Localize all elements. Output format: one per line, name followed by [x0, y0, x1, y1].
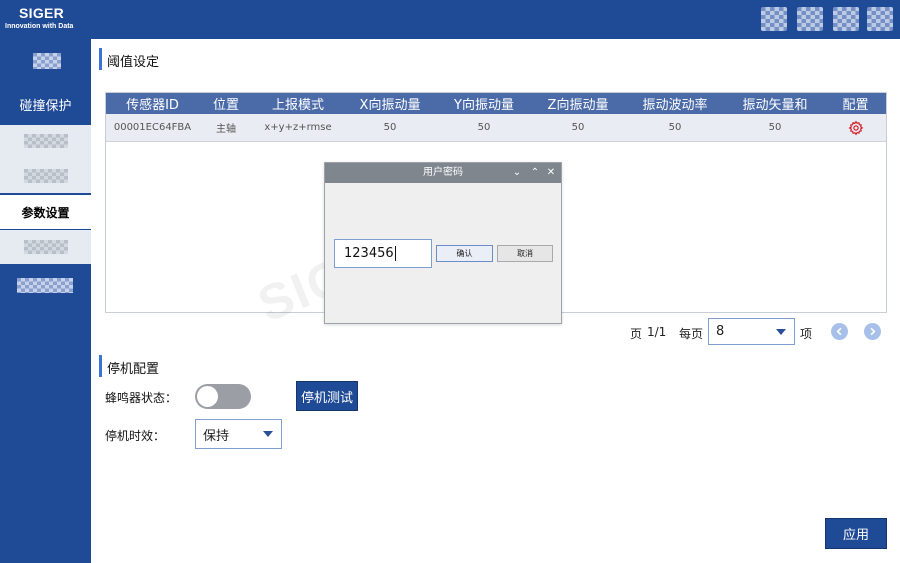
minimize-icon[interactable]: ⌄	[511, 163, 523, 183]
header-blurred-icon[interactable]	[833, 7, 859, 31]
password-dialog: 用户密码 ⌄ ⌃ ✕ 123456 确认 取消	[324, 162, 562, 324]
dialog-titlebar[interactable]: 用户密码 ⌄ ⌃ ✕	[325, 163, 561, 183]
col-vibration-fluctuation: 振动波动率	[642, 98, 708, 113]
blurred-label	[24, 134, 68, 148]
gear-icon[interactable]	[848, 120, 864, 136]
shutdown-section-title: 停机配置	[99, 355, 159, 377]
cell-vibration-vector-sum: 50	[768, 122, 782, 133]
dialog-title: 用户密码	[423, 167, 463, 178]
chevron-right-icon	[870, 327, 876, 336]
timeout-label: 停机时效：	[105, 429, 166, 443]
header-blurred-icon[interactable]	[867, 7, 893, 31]
header-blurred-icon[interactable]	[761, 7, 787, 31]
shutdown-test-button[interactable]: 停机测试	[296, 381, 358, 411]
confirm-button[interactable]: 确认	[436, 245, 493, 262]
per-page-unit: 项	[800, 327, 813, 341]
next-page-button[interactable]	[864, 323, 881, 340]
col-sensor-id: 传感器ID	[126, 98, 179, 113]
sidebar-item-blurred[interactable]	[0, 159, 91, 193]
sidebar-item-blurred[interactable]	[0, 230, 91, 264]
cell-vibration-fluctuation: 50	[668, 122, 682, 133]
sidebar-item-label: 参数设置	[21, 205, 70, 220]
cell-z-vibration: 50	[571, 122, 585, 133]
cancel-button[interactable]: 取消	[497, 245, 553, 262]
text-cursor	[394, 246, 396, 261]
sidebar-item-collision-protection[interactable]: 碰撞保护	[0, 87, 91, 121]
col-z-vibration: Z向振动量	[547, 98, 609, 113]
col-vibration-vector-sum: 振动矢量和	[742, 98, 808, 113]
col-config: 配置	[842, 98, 869, 113]
table-header: 传感器ID 位置 上报模式 X向振动量 Y向振动量 Z向振动量 振动波动率 振动…	[106, 93, 886, 114]
prev-page-button[interactable]	[831, 323, 848, 340]
cell-report-mode: x+y+z+rmse	[264, 122, 332, 133]
sidebar-item-label: 碰撞保护	[19, 98, 72, 114]
password-field[interactable]: 123456	[334, 239, 432, 268]
apply-button[interactable]: 应用	[825, 518, 887, 549]
timeout-select[interactable]: 保持	[195, 419, 282, 449]
col-position: 位置	[212, 98, 239, 113]
brand-name: SIGER	[19, 5, 65, 21]
sidebar: 碰撞保护 参数设置	[0, 39, 91, 563]
brand-tagline: Innovation with Data	[5, 23, 74, 30]
page-value: 1/1	[647, 325, 667, 339]
per-page-select[interactable]: 8	[708, 318, 795, 345]
col-y-vibration: Y向振动量	[454, 98, 514, 113]
top-header: SIGER Innovation with Data	[0, 0, 900, 39]
blurred-label	[24, 169, 68, 183]
col-x-vibration: X向振动量	[359, 98, 421, 113]
cell-y-vibration: 50	[477, 122, 491, 133]
buzzer-label: 蜂鸣器状态：	[105, 391, 178, 405]
per-page-value: 8	[716, 324, 725, 339]
timeout-value: 保持	[203, 428, 230, 444]
sidebar-blurred-icon[interactable]	[33, 53, 61, 69]
cell-x-vibration: 50	[383, 122, 397, 133]
buzzer-toggle[interactable]	[195, 384, 251, 409]
table-row[interactable]: 00001EC64FBA 主轴 x+y+z+rmse 50 50 50 50 5…	[106, 114, 886, 142]
sidebar-item-param-settings[interactable]: 参数设置	[0, 195, 91, 229]
chevron-left-icon	[836, 327, 842, 336]
cell-sensor-id: 00001EC64FBA	[113, 122, 192, 133]
page-label: 页	[630, 327, 643, 341]
brand-logo: SIGER Innovation with Data	[0, 0, 91, 39]
threshold-section-title: 阈值设定	[99, 48, 159, 70]
col-report-mode: 上报模式	[271, 98, 324, 113]
sidebar-blurred-label[interactable]	[17, 278, 73, 293]
blurred-label	[24, 240, 68, 254]
maximize-icon[interactable]: ⌃	[529, 163, 541, 183]
cell-position: 主轴	[216, 124, 236, 135]
sidebar-item-blurred[interactable]	[0, 125, 91, 159]
password-value: 123456	[344, 246, 394, 261]
per-page-label: 每页	[679, 327, 704, 341]
toggle-knob	[197, 386, 218, 407]
chevron-down-icon	[263, 431, 273, 437]
chevron-down-icon	[776, 328, 786, 335]
header-blurred-icon[interactable]	[797, 7, 823, 31]
close-icon[interactable]: ✕	[545, 163, 557, 183]
cell-config	[825, 114, 886, 141]
